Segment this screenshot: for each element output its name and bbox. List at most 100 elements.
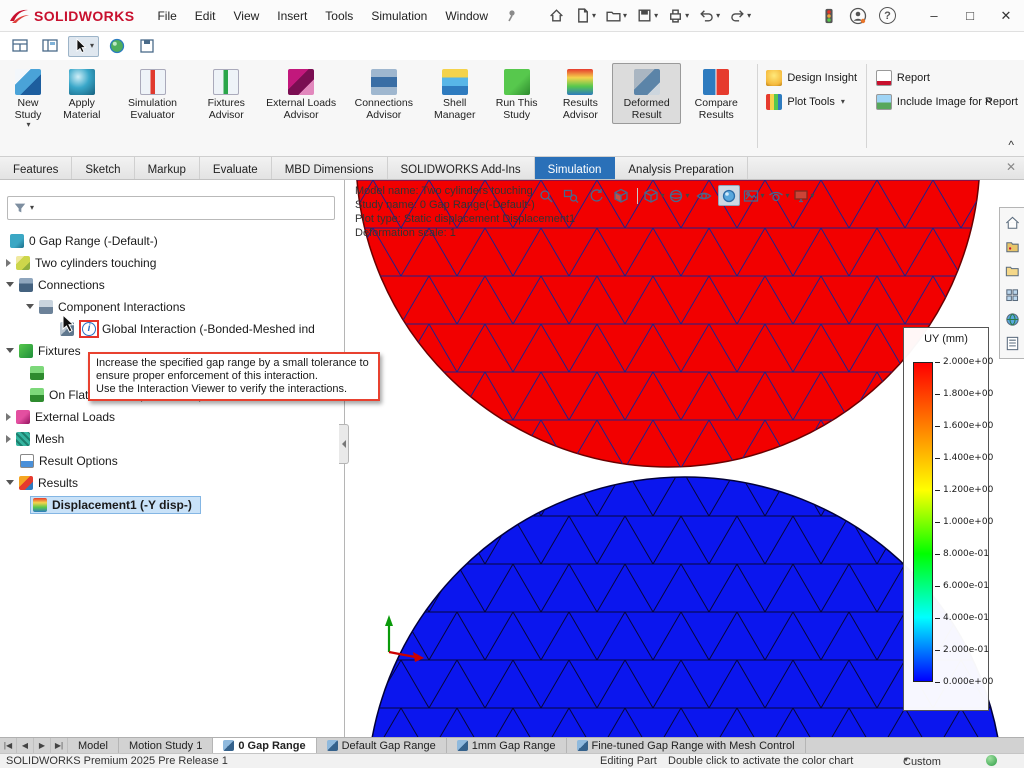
ribbon-button[interactable]: Deformed Result — [612, 63, 681, 124]
home-icon[interactable] — [545, 5, 568, 26]
command-tab[interactable]: SOLIDWORKS Add-Ins — [388, 157, 535, 179]
ribbon-button[interactable]: External Loads Advisor — [259, 63, 343, 124]
ribbon-button[interactable]: Fixtures Advisor — [193, 63, 259, 124]
pin-menu-icon[interactable] — [503, 8, 519, 24]
ribbon-button[interactable]: Simulation Evaluator — [112, 63, 194, 124]
chevron-down-icon[interactable]: ▾ — [30, 204, 34, 212]
hide-show-icon[interactable] — [693, 185, 715, 206]
ribbon-button[interactable]: Compare Results — [681, 63, 751, 124]
tree-item-results[interactable]: Results — [0, 472, 345, 493]
command-tab[interactable]: Features — [0, 157, 72, 179]
edit-appearance-icon[interactable] — [718, 185, 740, 206]
menu-item[interactable]: View — [224, 4, 268, 28]
new-document-icon[interactable]: ▾ — [571, 5, 599, 26]
tree-item-connections[interactable]: Connections — [0, 274, 345, 295]
tree-item-mesh[interactable]: Mesh — [0, 428, 345, 449]
tab-scroll-button[interactable]: |◀ — [0, 738, 17, 753]
chevron-down-icon[interactable]: ▾ — [623, 12, 627, 20]
chevron-down-icon[interactable]: ▾ — [592, 12, 596, 20]
menu-item[interactable]: Simulation — [362, 4, 436, 28]
info-icon[interactable]: i — [82, 322, 96, 336]
menu-item[interactable]: Insert — [268, 4, 316, 28]
minimize-button[interactable]: – — [916, 0, 952, 31]
home-icon[interactable] — [1000, 211, 1024, 235]
chevron-down-icon[interactable]: ▾ — [810, 192, 814, 200]
study-tab[interactable]: Motion Study 1 — [119, 738, 213, 753]
chevron-down-icon[interactable]: ▾ — [785, 192, 789, 200]
study-tab[interactable]: Fine-tuned Gap Range with Mesh Control — [567, 738, 806, 753]
menu-item[interactable]: Tools — [316, 4, 362, 28]
expand-arrow-icon[interactable] — [6, 435, 11, 443]
tab-scroll-button[interactable]: ◀ — [17, 738, 34, 753]
tree-item-study[interactable]: 0 Gap Range (-Default-) — [0, 230, 345, 251]
view-palette-icon[interactable] — [1000, 283, 1024, 307]
ribbon-button[interactable]: Apply Material — [52, 63, 112, 124]
tree-item-part[interactable]: Two cylinders touching — [0, 252, 345, 273]
file-explorer-icon[interactable] — [1000, 259, 1024, 283]
design-library-icon[interactable] — [1000, 235, 1024, 259]
appearance-icon[interactable] — [105, 35, 129, 57]
study-tab[interactable]: Model — [68, 738, 119, 753]
color-legend[interactable]: UY (mm) 2.000e+00 1.800e+00 1.600e+00 — [903, 327, 989, 711]
command-tab[interactable]: Markup — [135, 157, 200, 179]
open-icon[interactable]: ▾ — [602, 5, 630, 26]
tree-item-external-loads[interactable]: External Loads — [0, 406, 345, 427]
menu-item[interactable]: Window — [436, 4, 497, 28]
tab-scroll-button[interactable]: ▶ — [34, 738, 51, 753]
ribbon-collapse-icon[interactable]: ^ — [1008, 138, 1014, 152]
undo-icon[interactable]: ▾ — [695, 5, 723, 26]
select-cursor-button[interactable]: ▾ — [68, 36, 99, 57]
ribbon-button[interactable]: Results Advisor — [548, 63, 612, 124]
menu-item[interactable]: File — [148, 4, 185, 28]
command-tab[interactable]: MBD Dimensions — [272, 157, 388, 179]
ribbon-overflow-icon[interactable]: » — [985, 92, 992, 107]
ribbon-button[interactable]: Shell Manager — [424, 63, 484, 124]
tree-filter[interactable]: ▾ — [7, 196, 335, 220]
ribbon-button[interactable]: New Study ▾ — [4, 63, 52, 132]
tree-item-component-interactions[interactable]: Component Interactions — [0, 296, 345, 317]
print-icon[interactable]: ▾ — [664, 5, 692, 26]
view-settings-icon[interactable]: ▾ — [768, 185, 790, 206]
redo-icon[interactable]: ▾ — [726, 5, 754, 26]
ribbon-button[interactable]: Connections Advisor — [343, 63, 424, 124]
chevron-down-icon[interactable]: ▾ — [747, 12, 751, 20]
simulation-display-icon[interactable]: ▾ — [793, 185, 815, 206]
zoom-area-icon[interactable] — [560, 185, 582, 206]
expand-arrow-icon[interactable] — [6, 413, 11, 421]
include-image-for-report-button[interactable]: Include Image for Report — [876, 94, 1018, 110]
tree-item-result-options[interactable]: Result Options — [0, 450, 345, 471]
legend-colorbar[interactable] — [913, 362, 933, 682]
save-icon[interactable] — [135, 35, 159, 57]
chevron-down-icon[interactable]: ▾ — [760, 192, 764, 200]
window-layout-icon[interactable] — [8, 35, 32, 57]
custom-properties-icon[interactable] — [1000, 331, 1024, 355]
collapse-arrow-icon[interactable] — [6, 282, 14, 287]
chevron-down-icon[interactable]: ▾ — [90, 42, 94, 50]
chevron-down-icon[interactable]: ▾ — [654, 12, 658, 20]
chevron-down-icon[interactable]: ▾ — [685, 192, 689, 200]
report-button[interactable]: Report — [876, 70, 1018, 86]
collapse-arrow-icon[interactable] — [6, 348, 14, 353]
study-tab[interactable]: Default Gap Range — [317, 738, 447, 753]
apply-scene-icon[interactable]: ▾ — [743, 185, 765, 206]
tab-scroll-button[interactable]: ▶| — [51, 738, 68, 753]
view-orientation-icon[interactable]: ▾ — [643, 185, 665, 206]
close-button[interactable]: ✕ — [988, 0, 1024, 31]
tree-item-displacement-plot[interactable]: Displacement1 (-Y disp-) — [0, 494, 345, 515]
save-icon[interactable]: ▾ — [633, 5, 661, 26]
command-tab[interactable]: Sketch — [72, 157, 134, 179]
stoplight-icon[interactable] — [821, 7, 837, 25]
chevron-down-icon[interactable]: ▾ — [685, 12, 689, 20]
tree-item-global-interaction[interactable]: i Global Interaction (-Bonded-Meshed ind — [0, 318, 345, 339]
chevron-down-icon[interactable]: ▾ — [660, 192, 664, 200]
command-tab[interactable]: Evaluate — [200, 157, 272, 179]
expand-arrow-icon[interactable] — [6, 259, 11, 267]
chevron-down-icon[interactable]: ▾ — [841, 98, 845, 106]
command-tab[interactable]: Analysis Preparation — [615, 157, 747, 179]
close-icon[interactable]: ✕ — [1006, 160, 1016, 174]
previous-view-icon[interactable] — [585, 185, 607, 206]
help-icon[interactable]: ? — [879, 7, 896, 24]
ribbon-button[interactable]: Run This Study — [485, 63, 548, 124]
user-account-icon[interactable] — [849, 7, 867, 25]
zoom-fit-icon[interactable] — [535, 185, 557, 206]
